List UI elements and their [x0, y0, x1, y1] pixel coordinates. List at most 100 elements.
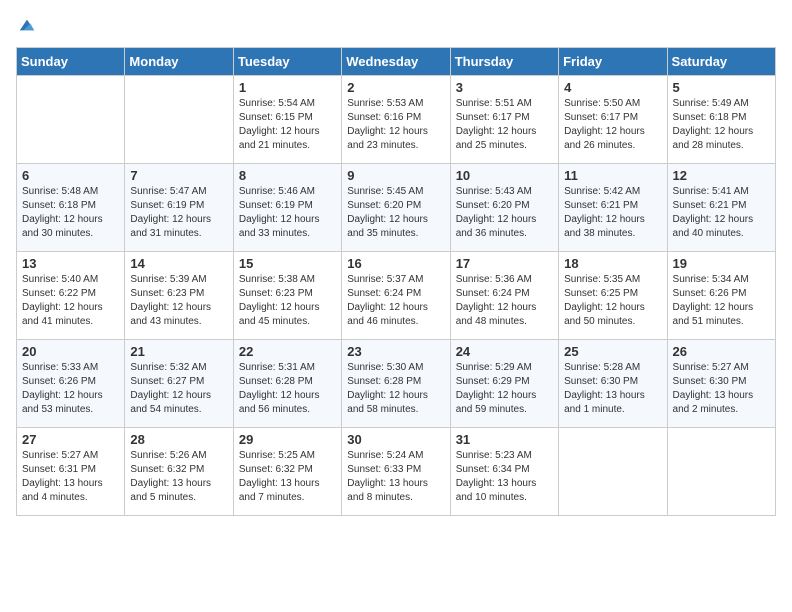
calendar-week-row: 27 Sunrise: 5:27 AM Sunset: 6:31 PM Dayli… — [17, 428, 776, 516]
cell-content: Sunrise: 5:27 AM Sunset: 6:31 PM Dayligh… — [22, 449, 119, 505]
calendar-body: 1 Sunrise: 5:54 AM Sunset: 6:15 PM Daylig… — [17, 76, 776, 516]
day-number: 15 — [239, 256, 336, 271]
calendar-cell: 19 Sunrise: 5:34 AM Sunset: 6:26 PM Dayli… — [667, 252, 775, 340]
day-number: 18 — [564, 256, 661, 271]
calendar-week-row: 13Sunrise: 5:40 AM Sunset: 6:22 PM Dayli… — [17, 252, 776, 340]
cell-content: Sunrise: 5:35 AM Sunset: 6:25 PM Dayligh… — [564, 273, 661, 329]
day-number: 5 — [673, 80, 770, 95]
cell-content: Sunrise: 5:30 AM Sunset: 6:28 PM Dayligh… — [347, 361, 444, 417]
day-number: 19 — [673, 256, 770, 271]
calendar-cell: 11 Sunrise: 5:42 AM Sunset: 6:21 PM Dayli… — [559, 164, 667, 252]
calendar-cell — [559, 428, 667, 516]
day-number: 10 — [456, 168, 553, 183]
cell-content: Sunrise: 5:54 AM Sunset: 6:15 PM Dayligh… — [239, 97, 336, 153]
cell-content: Sunrise: 5:24 AM Sunset: 6:33 PM Dayligh… — [347, 449, 444, 505]
cell-content: Sunrise: 5:42 AM Sunset: 6:21 PM Dayligh… — [564, 185, 661, 241]
calendar-cell: 8 Sunrise: 5:46 AM Sunset: 6:19 PM Daylig… — [233, 164, 341, 252]
cell-content: Sunrise: 5:39 AM Sunset: 6:23 PM Dayligh… — [130, 273, 227, 329]
calendar-day-header: Thursday — [450, 48, 558, 76]
cell-content: Sunrise: 5:34 AM Sunset: 6:26 PM Dayligh… — [673, 273, 770, 329]
day-number: 29 — [239, 432, 336, 447]
calendar-day-header: Saturday — [667, 48, 775, 76]
calendar-week-row: 1 Sunrise: 5:54 AM Sunset: 6:15 PM Daylig… — [17, 76, 776, 164]
cell-content: Sunrise: 5:51 AM Sunset: 6:17 PM Dayligh… — [456, 97, 553, 153]
calendar-day-header: Tuesday — [233, 48, 341, 76]
calendar-cell: 21Sunrise: 5:32 AM Sunset: 6:27 PM Dayli… — [125, 340, 233, 428]
calendar-cell — [17, 76, 125, 164]
day-number: 25 — [564, 344, 661, 359]
calendar-week-row: 6 Sunrise: 5:48 AM Sunset: 6:18 PM Daylig… — [17, 164, 776, 252]
calendar-cell: 5 Sunrise: 5:49 AM Sunset: 6:18 PM Daylig… — [667, 76, 775, 164]
day-number: 11 — [564, 168, 661, 183]
cell-content: Sunrise: 5:53 AM Sunset: 6:16 PM Dayligh… — [347, 97, 444, 153]
day-number: 9 — [347, 168, 444, 183]
day-number: 6 — [22, 168, 119, 183]
cell-content: Sunrise: 5:46 AM Sunset: 6:19 PM Dayligh… — [239, 185, 336, 241]
calendar-cell: 28Sunrise: 5:26 AM Sunset: 6:32 PM Dayli… — [125, 428, 233, 516]
cell-content: Sunrise: 5:26 AM Sunset: 6:32 PM Dayligh… — [130, 449, 227, 505]
cell-content: Sunrise: 5:49 AM Sunset: 6:18 PM Dayligh… — [673, 97, 770, 153]
calendar-cell: 23 Sunrise: 5:30 AM Sunset: 6:28 PM Dayli… — [342, 340, 450, 428]
day-number: 17 — [456, 256, 553, 271]
cell-content: Sunrise: 5:48 AM Sunset: 6:18 PM Dayligh… — [22, 185, 119, 241]
calendar-cell: 9Sunrise: 5:45 AM Sunset: 6:20 PM Daylig… — [342, 164, 450, 252]
cell-content: Sunrise: 5:36 AM Sunset: 6:24 PM Dayligh… — [456, 273, 553, 329]
calendar-cell: 14 Sunrise: 5:39 AM Sunset: 6:23 PM Dayli… — [125, 252, 233, 340]
calendar-week-row: 20Sunrise: 5:33 AM Sunset: 6:26 PM Dayli… — [17, 340, 776, 428]
calendar-cell: 13Sunrise: 5:40 AM Sunset: 6:22 PM Dayli… — [17, 252, 125, 340]
calendar-cell: 6 Sunrise: 5:48 AM Sunset: 6:18 PM Daylig… — [17, 164, 125, 252]
calendar-cell: 20Sunrise: 5:33 AM Sunset: 6:26 PM Dayli… — [17, 340, 125, 428]
day-number: 1 — [239, 80, 336, 95]
calendar-cell: 2Sunrise: 5:53 AM Sunset: 6:16 PM Daylig… — [342, 76, 450, 164]
calendar-cell: 12Sunrise: 5:41 AM Sunset: 6:21 PM Dayli… — [667, 164, 775, 252]
calendar-cell: 22Sunrise: 5:31 AM Sunset: 6:28 PM Dayli… — [233, 340, 341, 428]
calendar-cell — [667, 428, 775, 516]
day-number: 21 — [130, 344, 227, 359]
day-number: 8 — [239, 168, 336, 183]
day-number: 27 — [22, 432, 119, 447]
calendar-cell: 3 Sunrise: 5:51 AM Sunset: 6:17 PM Daylig… — [450, 76, 558, 164]
calendar-cell: 15 Sunrise: 5:38 AM Sunset: 6:23 PM Dayli… — [233, 252, 341, 340]
calendar-cell: 7 Sunrise: 5:47 AM Sunset: 6:19 PM Daylig… — [125, 164, 233, 252]
cell-content: Sunrise: 5:23 AM Sunset: 6:34 PM Dayligh… — [456, 449, 553, 505]
cell-content: Sunrise: 5:47 AM Sunset: 6:19 PM Dayligh… — [130, 185, 227, 241]
day-number: 22 — [239, 344, 336, 359]
calendar-cell — [125, 76, 233, 164]
logo-icon — [18, 16, 36, 34]
cell-content: Sunrise: 5:43 AM Sunset: 6:20 PM Dayligh… — [456, 185, 553, 241]
calendar-cell: 30 Sunrise: 5:24 AM Sunset: 6:33 PM Dayli… — [342, 428, 450, 516]
cell-content: Sunrise: 5:37 AM Sunset: 6:24 PM Dayligh… — [347, 273, 444, 329]
cell-content: Sunrise: 5:29 AM Sunset: 6:29 PM Dayligh… — [456, 361, 553, 417]
day-number: 7 — [130, 168, 227, 183]
calendar-cell: 4Sunrise: 5:50 AM Sunset: 6:17 PM Daylig… — [559, 76, 667, 164]
day-number: 14 — [130, 256, 227, 271]
calendar-cell: 27 Sunrise: 5:27 AM Sunset: 6:31 PM Dayli… — [17, 428, 125, 516]
calendar-cell: 25Sunrise: 5:28 AM Sunset: 6:30 PM Dayli… — [559, 340, 667, 428]
calendar-cell: 31 Sunrise: 5:23 AM Sunset: 6:34 PM Dayli… — [450, 428, 558, 516]
day-number: 31 — [456, 432, 553, 447]
day-number: 12 — [673, 168, 770, 183]
day-number: 26 — [673, 344, 770, 359]
logo — [16, 16, 36, 39]
cell-content: Sunrise: 5:27 AM Sunset: 6:30 PM Dayligh… — [673, 361, 770, 417]
calendar-cell: 17 Sunrise: 5:36 AM Sunset: 6:24 PM Dayli… — [450, 252, 558, 340]
calendar-day-header: Monday — [125, 48, 233, 76]
day-number: 23 — [347, 344, 444, 359]
calendar-cell: 18 Sunrise: 5:35 AM Sunset: 6:25 PM Dayli… — [559, 252, 667, 340]
day-number: 20 — [22, 344, 119, 359]
day-number: 24 — [456, 344, 553, 359]
day-number: 3 — [456, 80, 553, 95]
cell-content: Sunrise: 5:50 AM Sunset: 6:17 PM Dayligh… — [564, 97, 661, 153]
calendar-header-row: SundayMondayTuesdayWednesdayThursdayFrid… — [17, 48, 776, 76]
calendar-day-header: Sunday — [17, 48, 125, 76]
calendar-cell: 29 Sunrise: 5:25 AM Sunset: 6:32 PM Dayli… — [233, 428, 341, 516]
calendar-cell: 1 Sunrise: 5:54 AM Sunset: 6:15 PM Daylig… — [233, 76, 341, 164]
page-header — [16, 16, 776, 39]
calendar-day-header: Friday — [559, 48, 667, 76]
calendar-cell: 24 Sunrise: 5:29 AM Sunset: 6:29 PM Dayli… — [450, 340, 558, 428]
calendar-cell: 10 Sunrise: 5:43 AM Sunset: 6:20 PM Dayli… — [450, 164, 558, 252]
cell-content: Sunrise: 5:25 AM Sunset: 6:32 PM Dayligh… — [239, 449, 336, 505]
day-number: 30 — [347, 432, 444, 447]
cell-content: Sunrise: 5:38 AM Sunset: 6:23 PM Dayligh… — [239, 273, 336, 329]
day-number: 16 — [347, 256, 444, 271]
